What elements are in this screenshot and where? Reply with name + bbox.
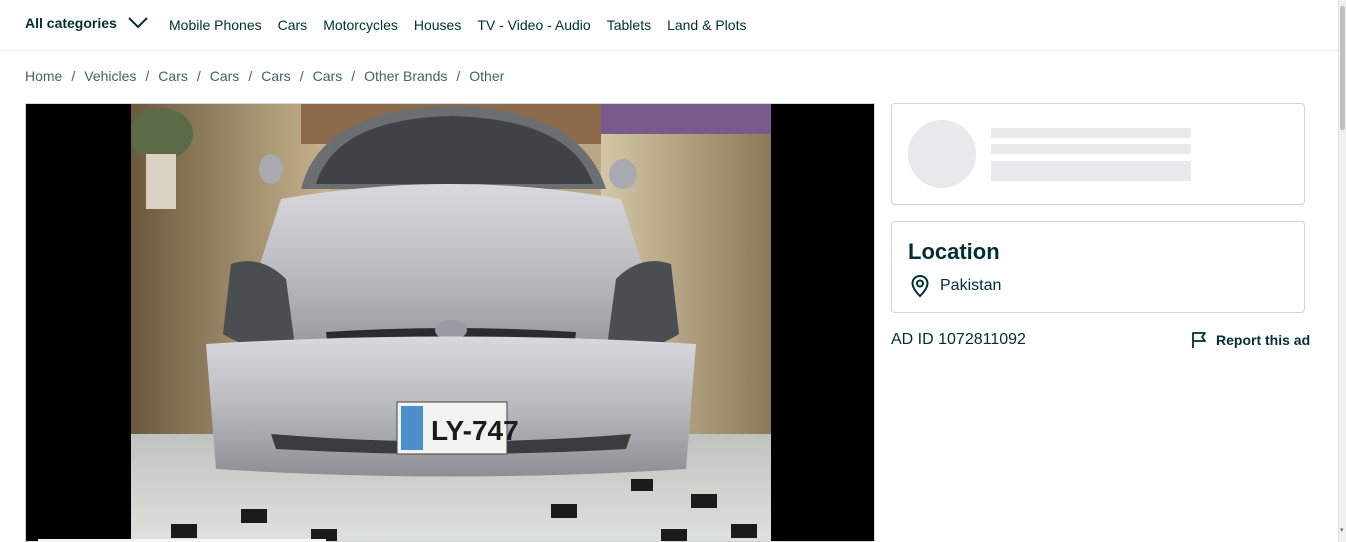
breadcrumb-other[interactable]: Other (469, 68, 504, 84)
category-link-houses[interactable]: Houses (414, 17, 461, 33)
seller-card-skeleton (891, 103, 1305, 205)
image-gallery[interactable]: LY-747 (25, 103, 875, 542)
report-ad-label: Report this ad (1216, 332, 1311, 348)
flag-icon (1192, 332, 1206, 348)
breadcrumb-separator: / (145, 68, 150, 84)
location-title: Location (908, 239, 1000, 264)
breadcrumb-other-brands[interactable]: Other Brands (364, 68, 447, 84)
location-row: Pakistan (908, 274, 1001, 298)
category-bar: All categories Mobile Phones Cars Motorc… (0, 0, 1338, 51)
breadcrumb-separator: / (456, 68, 461, 84)
breadcrumb-separator: / (71, 68, 76, 84)
breadcrumb-home[interactable]: Home (25, 68, 62, 84)
skeleton-line (991, 161, 1191, 181)
category-link-motorcycles[interactable]: Motorcycles (323, 17, 398, 33)
category-link-land-plots[interactable]: Land & Plots (667, 17, 746, 33)
report-ad-button[interactable]: Report this ad (1190, 331, 1310, 349)
category-link-mobile-phones[interactable]: Mobile Phones (169, 17, 262, 33)
breadcrumb-separator: / (299, 68, 304, 84)
all-categories-dropdown[interactable]: All categories (25, 15, 149, 31)
breadcrumb-separator: / (248, 68, 253, 84)
breadcrumb-cars[interactable]: Cars (158, 68, 188, 84)
scroll-down-arrow-icon[interactable]: ▾ (1340, 527, 1346, 534)
scrollbar-thumb[interactable] (1340, 6, 1345, 130)
breadcrumb-cars[interactable]: Cars (313, 68, 343, 84)
category-link-cars[interactable]: Cars (278, 17, 308, 33)
breadcrumb-cars[interactable]: Cars (261, 68, 291, 84)
category-links: Mobile Phones Cars Motorcycles Houses TV… (169, 17, 746, 33)
skeleton-line (991, 144, 1191, 154)
skeleton-line (991, 128, 1191, 138)
car-photo[interactable]: LY-747 (131, 104, 771, 541)
location-pin-icon (911, 274, 929, 298)
breadcrumb: Home / Vehicles / Cars / Cars / Cars / C… (25, 68, 504, 84)
car-photo-illustration: LY-747 (131, 104, 771, 541)
category-link-tablets[interactable]: Tablets (607, 17, 651, 33)
category-link-tv-video-audio[interactable]: TV - Video - Audio (477, 17, 590, 33)
chevron-down-icon (128, 17, 148, 29)
breadcrumb-separator: / (196, 68, 201, 84)
license-plate-text: LY-747 (431, 415, 519, 446)
location-value: Pakistan (940, 277, 1002, 294)
avatar (908, 120, 976, 188)
all-categories-label: All categories (25, 15, 117, 31)
breadcrumb-separator: / (351, 68, 356, 84)
ad-id: AD ID 1072811092 (891, 331, 1026, 348)
location-card: Location Pakistan (891, 221, 1305, 313)
breadcrumb-cars[interactable]: Cars (210, 68, 240, 84)
breadcrumb-vehicles[interactable]: Vehicles (84, 68, 136, 84)
